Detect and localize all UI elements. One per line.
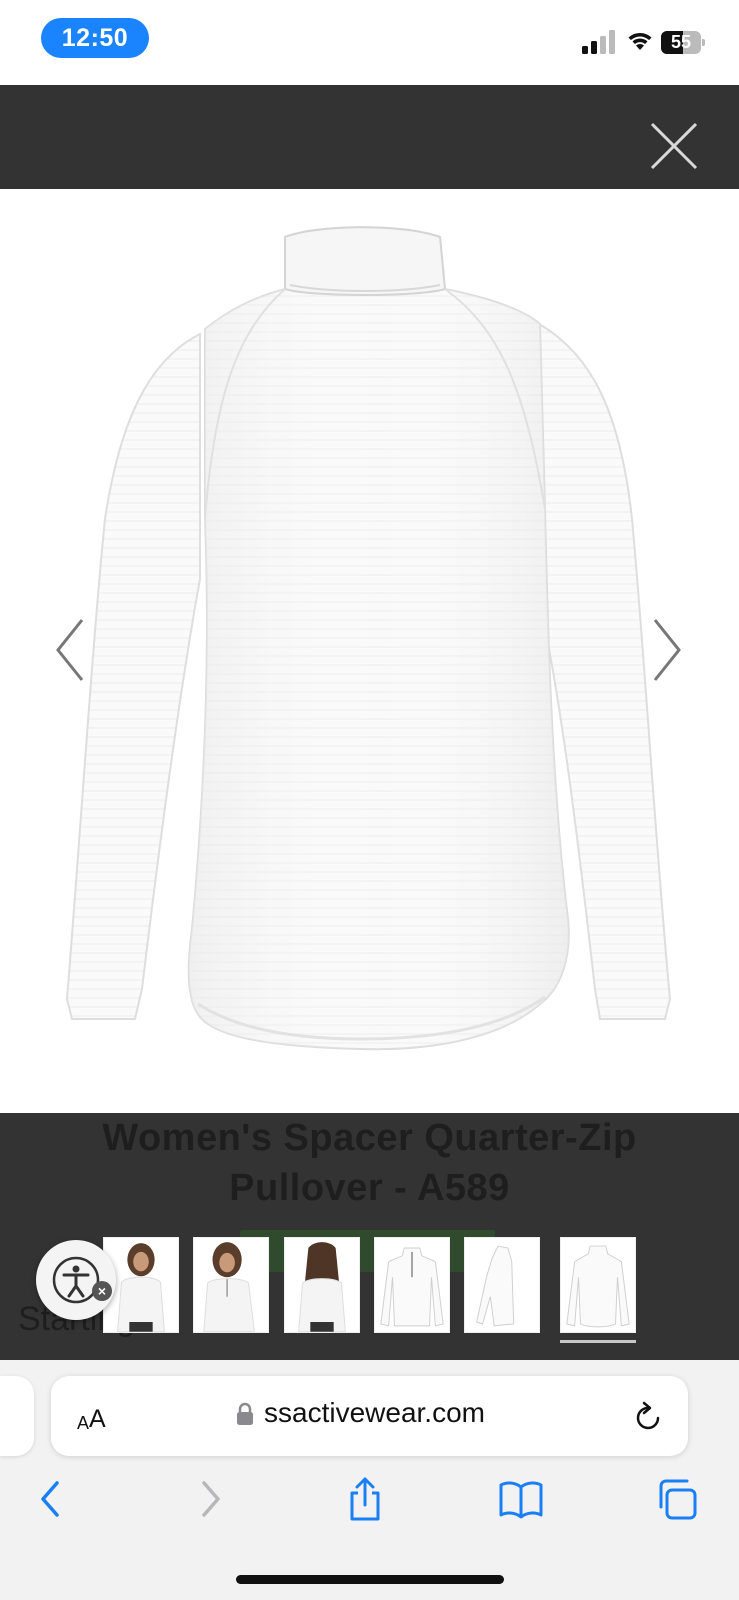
product-title: Women's Spacer Quarter-Zip Pullover - A5… [102,1117,637,1209]
text-size-large-a: A [89,1405,106,1433]
lightbox-footer: Women's Spacer Quarter-Zip Pullover - A5… [0,1113,739,1360]
battery-percent: 55 [670,32,692,52]
model-front-closeup-thumbnail-icon [194,1238,268,1332]
reload-icon[interactable] [634,1400,664,1432]
accessibility-dismiss-icon[interactable]: × [92,1281,112,1301]
tabs-icon[interactable] [656,1477,700,1521]
close-icon[interactable] [648,120,700,172]
thumbnail-flat-front[interactable] [374,1237,450,1333]
selected-thumbnail-indicator [560,1340,636,1343]
thumbnail-flat-side[interactable] [464,1237,540,1333]
flat-front-thumbnail-icon [375,1238,449,1332]
status-time: 12:50 [41,18,149,58]
text-size-small-a: A [77,1413,90,1433]
thumbnail-model-front-closeup[interactable] [193,1237,269,1333]
accessibility-person-icon [52,1256,100,1304]
forward-icon[interactable] [199,1477,223,1521]
accessibility-button[interactable] [36,1240,116,1320]
wifi-icon [628,33,652,50]
customize-button[interactable] [240,1230,495,1272]
next-image-arrow-icon[interactable] [645,615,685,685]
product-image-pullover-back [65,226,672,1051]
product-image-stage [0,189,739,1113]
bookmarks-icon[interactable] [498,1477,544,1521]
lock-icon [237,1402,253,1425]
cellular-signal-icon [582,30,615,54]
lightbox-header [0,85,739,189]
thumbnail-model-back[interactable] [284,1237,360,1333]
url-text[interactable]: ssactivewear.com [264,1397,485,1429]
previous-image-arrow-icon[interactable] [52,615,92,685]
thumbnail-flat-back[interactable] [560,1237,636,1333]
back-icon[interactable] [38,1477,62,1521]
flat-back-thumbnail-icon [561,1238,635,1332]
previous-tab-preview[interactable] [0,1376,34,1456]
flat-side-thumbnail-icon [465,1238,539,1332]
home-indicator [236,1575,504,1584]
text-size-button[interactable]: A A [77,1398,117,1434]
model-back-thumbnail-icon [285,1238,359,1332]
battery-icon: 55 [661,31,705,54]
share-icon[interactable] [346,1477,384,1521]
status-bar: 12:50 55 [0,0,739,85]
